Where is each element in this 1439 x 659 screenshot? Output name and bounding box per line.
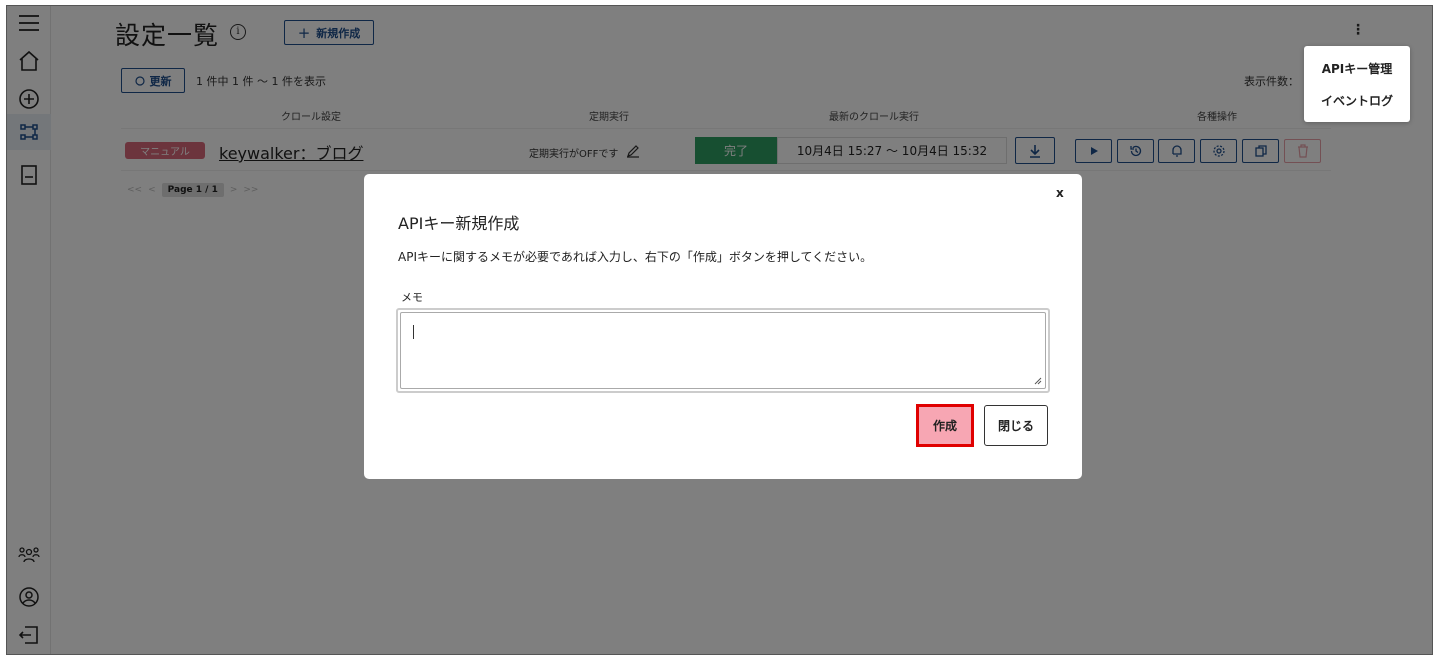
app-frame: 設定一覧 i + 新規作成 更新 1 件中 1 件 ～ 1 件を表示 表示件数：…	[6, 5, 1433, 655]
memo-textarea[interactable]	[396, 308, 1050, 393]
resize-grip-icon[interactable]	[1034, 377, 1042, 385]
close-button[interactable]: 閉じる	[984, 405, 1048, 446]
memo-label: メモ	[401, 291, 423, 304]
options-menu: APIキー管理 イベントログ	[1304, 46, 1410, 122]
menu-item-event-log[interactable]: イベントログ	[1304, 92, 1410, 109]
api-key-modal: x APIキー新規作成 APIキーに関するメモが必要であれば入力し、右下の「作成…	[364, 174, 1082, 479]
menu-item-api-key[interactable]: APIキー管理	[1304, 60, 1410, 77]
close-icon[interactable]: x	[1056, 186, 1064, 200]
modal-description: APIキーに関するメモが必要であれば入力し、右下の「作成」ボタンを押してください…	[398, 250, 873, 264]
memo-textarea-inner	[400, 312, 1046, 389]
text-caret	[413, 325, 414, 339]
modal-title: APIキー新規作成	[398, 214, 520, 233]
create-button[interactable]: 作成	[916, 404, 974, 447]
